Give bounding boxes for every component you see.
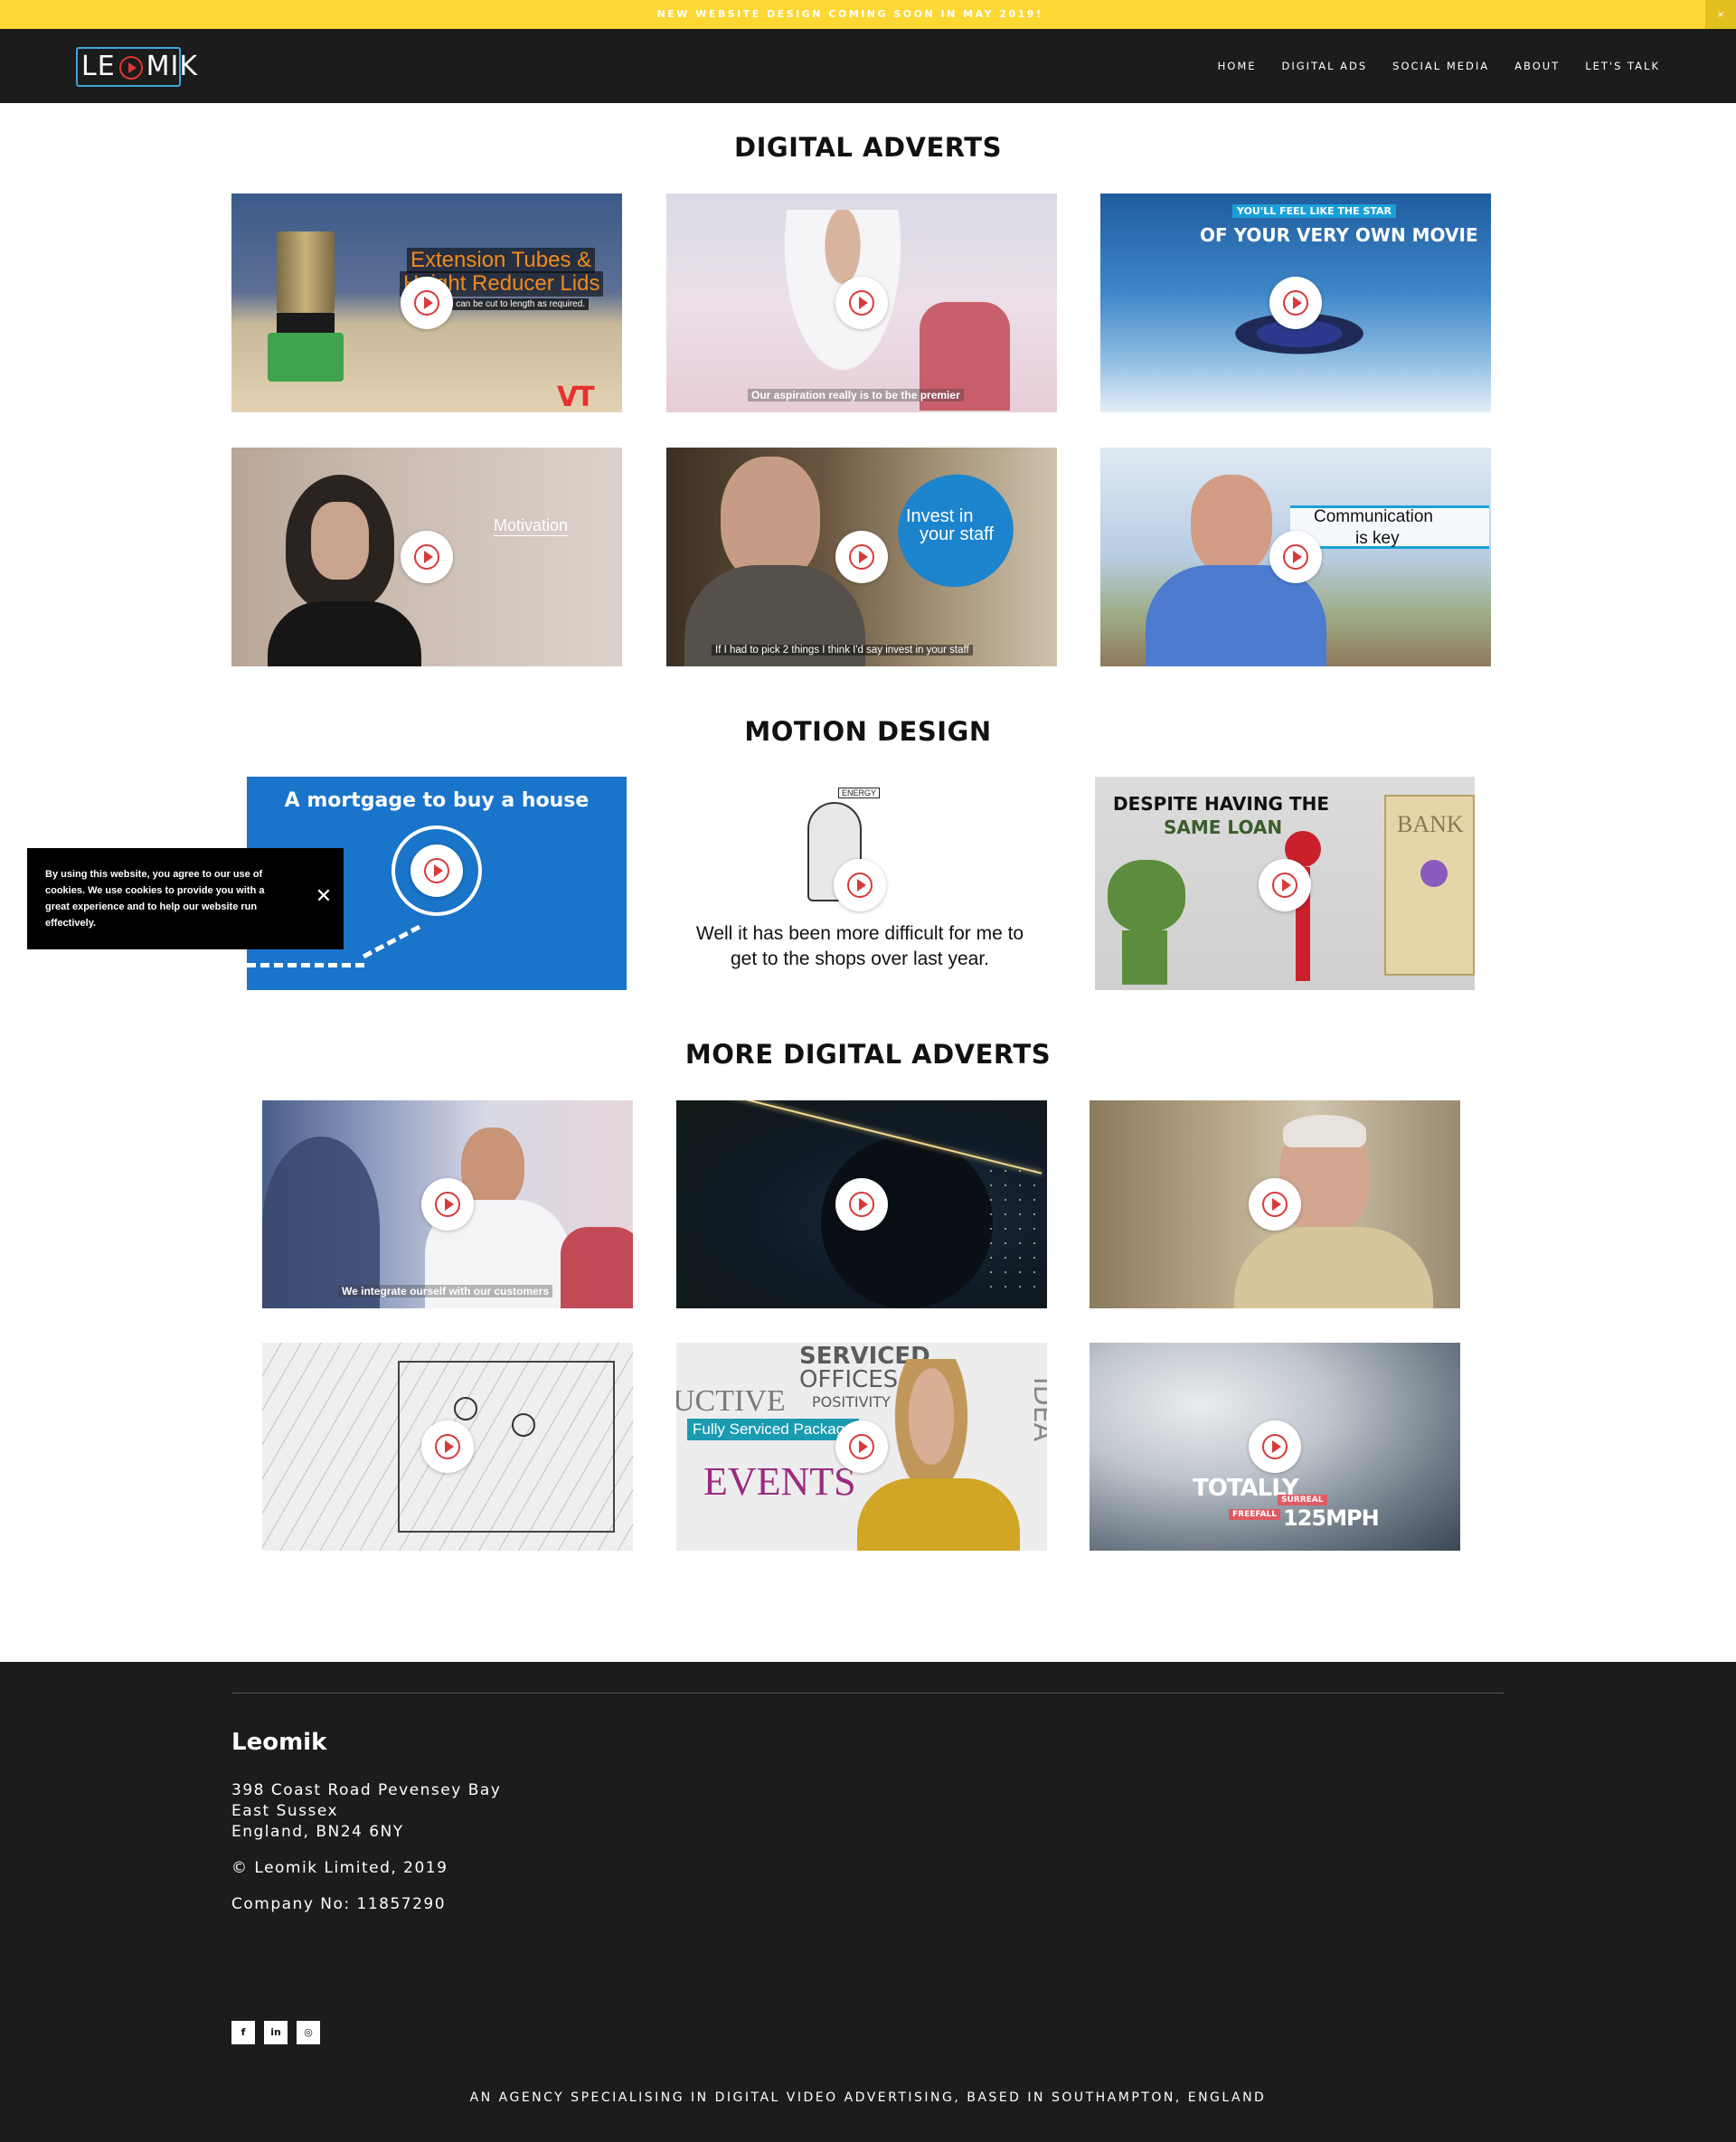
video-tile-motivation[interactable]: Motivation [231,448,622,666]
video-tile-integrate[interactable]: We integrate ourself with our customers [262,1100,633,1308]
play-icon[interactable] [834,859,886,911]
video-tile-serviced-offices[interactable]: SERVICED OFFICES POSITIVITY UCTIVE EVENT… [676,1343,1047,1551]
section-title-motion-design: MOTION DESIGN [744,716,992,747]
footer-address-line-2: East Sussex [231,1802,339,1820]
announcement-bar: NEW WEBSITE DESIGN COMING SOON IN MAY 20… [0,0,1736,29]
video-tile-same-loan[interactable]: DESPITE HAVING THE SAME LOAN BANK [1095,777,1475,990]
vt-logo: VT [557,382,595,412]
nav-digital-ads[interactable]: DIGITAL ADS [1282,60,1368,72]
play-icon[interactable] [1249,1178,1301,1231]
linkedin-icon[interactable]: in [264,2021,288,2044]
cookie-close-button[interactable]: ✕ [313,886,335,908]
nav-lets-talk[interactable]: LET'S TALK [1585,60,1660,72]
play-icon[interactable] [835,1178,888,1231]
play-icon[interactable] [835,531,888,583]
announcement-text: NEW WEBSITE DESIGN COMING SOON IN MAY 20… [656,8,1043,20]
play-icon[interactable] [1259,859,1311,911]
footer-tagline: AN AGENCY SPECIALISING IN DIGITAL VIDEO … [469,2090,1267,2105]
video-tile-extension-tubes[interactable]: Extension Tubes & Height Reducer Lids Tu… [231,193,622,412]
play-icon[interactable] [421,1178,474,1231]
play-icon[interactable] [1269,277,1322,329]
play-icon[interactable] [835,277,888,329]
video-tile-aspiration[interactable]: Our aspiration really is to be the premi… [666,193,1057,412]
footer-company-number: Company No: 11857290 [231,1895,447,1913]
video-tile-freefall[interactable]: TOTALLY SURREAL FREEFALL 125MPH [1090,1343,1460,1551]
section-title-digital-adverts: DIGITAL ADVERTS [734,132,1002,163]
video-tile-interview[interactable] [1090,1100,1460,1308]
play-icon[interactable] [401,531,453,583]
section-title-more-digital-adverts: MORE DIGITAL ADVERTS [684,1039,1052,1070]
main-nav: HOME DIGITAL ADS SOCIAL MEDIA ABOUT LET'… [1218,29,1660,103]
video-tile-sketch[interactable] [262,1343,633,1551]
video-tile-guitar[interactable] [676,1100,1047,1308]
tube-product [277,231,335,313]
cookie-text: By using this website, you agree to our … [45,869,265,929]
footer-copyright: © Leomik Limited, 2019 [231,1859,448,1877]
play-icon[interactable] [835,1420,888,1473]
footer-address-line-3: England, BN24 6NY [231,1823,404,1841]
site-footer: Leomik 398 Coast Road Pevensey Bay East … [0,1662,1736,2142]
video-tile-communication[interactable]: Communication is key [1100,448,1491,666]
play-icon[interactable] [401,277,453,329]
video-tile-skydive[interactable]: YOU'LL FEEL LIKE THE STAR OF YOUR VERY O… [1100,193,1491,412]
play-icon[interactable] [410,845,463,897]
footer-address-line-1: 398 Coast Road Pevensey Bay [231,1781,502,1799]
play-icon[interactable] [1249,1420,1301,1473]
play-icon[interactable] [421,1420,474,1473]
facebook-icon[interactable]: f [231,2021,255,2044]
play-icon [119,56,143,80]
play-icon[interactable] [1269,531,1322,583]
footer-brand: Leomik [231,1729,327,1756]
nav-home[interactable]: HOME [1218,60,1257,72]
site-header: LE MIK HOME DIGITAL ADS SOCIAL MEDIA ABOU… [0,29,1736,103]
cookie-notice: By using this website, you agree to our … [27,848,344,949]
footer-divider [231,1693,1505,1694]
video-tile-energy[interactable]: ENERGY Well it has been more difficult f… [670,777,1050,990]
instagram-icon[interactable]: ◎ [297,2021,320,2044]
nav-about[interactable]: ABOUT [1514,60,1560,72]
video-tile-invest-in-staff[interactable]: Invest in your staff If I had to pick 2 … [666,448,1057,666]
announcement-close-button[interactable]: × [1705,0,1736,29]
nav-social-media[interactable]: SOCIAL MEDIA [1392,60,1489,72]
logo[interactable]: LE MIK [76,47,197,87]
